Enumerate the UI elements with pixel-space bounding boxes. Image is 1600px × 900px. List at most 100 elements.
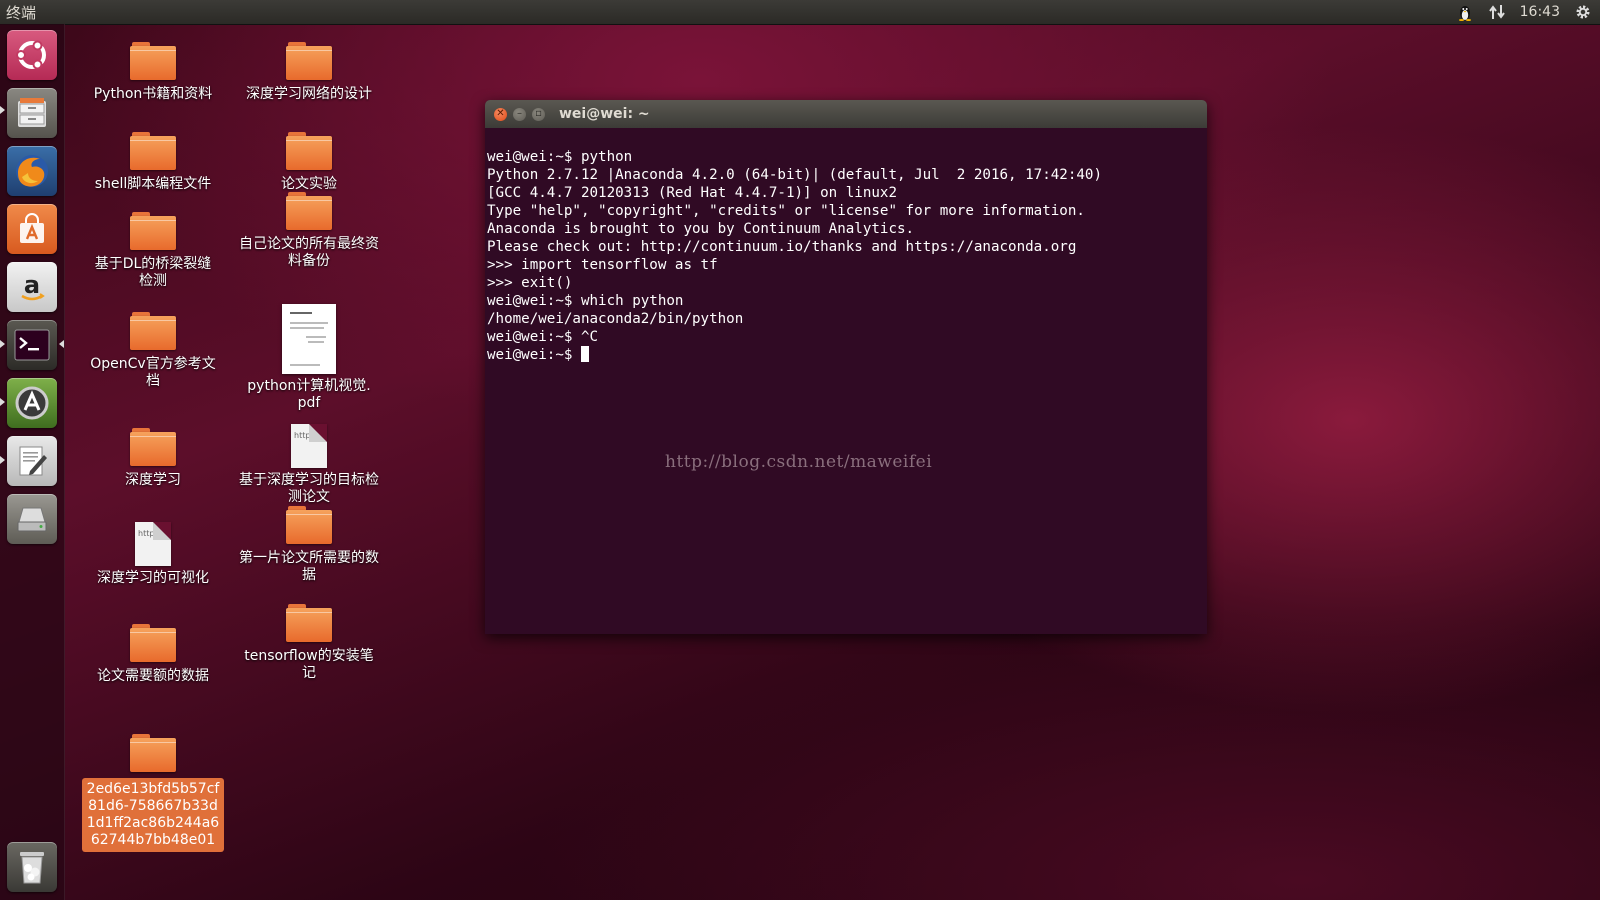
terminal-line: /home/wei/anaconda2/bin/python bbox=[487, 311, 744, 327]
folder-icon bbox=[130, 312, 176, 352]
desktop-item-label: 自己论文的所有最终资料备份 bbox=[239, 236, 379, 269]
trash-icon bbox=[20, 852, 44, 884]
minimize-button[interactable]: – bbox=[513, 107, 526, 121]
desktop-pdf[interactable]: python计算机视觉.pdf bbox=[234, 304, 384, 412]
terminal-icon bbox=[14, 329, 50, 361]
tux-icon[interactable] bbox=[1456, 3, 1474, 21]
web-link-file-icon: http:// bbox=[135, 522, 171, 566]
terminal-line: [GCC 4.4.7 20120313 (Red Hat 4.4.7-1)] o… bbox=[487, 185, 897, 201]
desktop-item-label: Python书籍和资料 bbox=[93, 86, 213, 102]
file-glyph: https: bbox=[294, 431, 318, 440]
folder-icon bbox=[286, 132, 332, 172]
desktop-item-label: 深度学习的可视化 bbox=[97, 570, 209, 586]
hard-disk-icon bbox=[17, 507, 47, 532]
maximize-icon: ▫ bbox=[535, 108, 542, 119]
desktop-folder[interactable]: 第一片论文所需要的数据 bbox=[234, 506, 384, 584]
amazon-launcher[interactable]: a bbox=[7, 262, 57, 312]
desktop-item-label: 论文需要额的数据 bbox=[97, 668, 209, 684]
minimize-icon: – bbox=[517, 108, 522, 119]
terminal-line: wei@wei:~$ python bbox=[487, 149, 633, 165]
terminal-line: wei@wei:~$ which python bbox=[487, 293, 684, 309]
network-arrows-icon[interactable] bbox=[1488, 3, 1506, 21]
window-titlebar[interactable]: ✕ – ▫ wei@wei: ~ bbox=[485, 100, 1207, 128]
terminal-line: >>> exit() bbox=[487, 275, 573, 291]
terminal-line: Python 2.7.12 |Anaconda 4.2.0 (64-bit)| … bbox=[487, 167, 1102, 183]
amazon-icon: a bbox=[21, 271, 45, 301]
desktop-folder[interactable]: 深度学习 bbox=[78, 428, 228, 489]
terminal-line: wei@wei:~$ ^C bbox=[487, 329, 599, 345]
web-link-file-icon: https: bbox=[291, 424, 327, 468]
desktop-folder[interactable]: 论文实验 bbox=[234, 132, 384, 193]
text-editor-launcher[interactable] bbox=[7, 436, 57, 486]
desktop-item-label: 深度学习 bbox=[125, 472, 181, 488]
desktop-folder[interactable]: Python书籍和资料 bbox=[78, 42, 228, 103]
watermark-text: http://blog.csdn.net/maweifei bbox=[665, 452, 933, 472]
shopping-bag-icon bbox=[20, 213, 44, 243]
running-indicator bbox=[0, 456, 5, 464]
file-cabinet-icon bbox=[18, 98, 46, 127]
focused-indicator bbox=[59, 340, 64, 348]
desktop-item-label: OpenCv官方参考文档 bbox=[90, 356, 216, 389]
updater-icon bbox=[15, 386, 49, 420]
active-app-title: 终端 bbox=[6, 3, 37, 22]
window-title: wei@wei: ~ bbox=[559, 106, 650, 122]
desktop-file[interactable]: http:// 深度学习的可视化 bbox=[78, 522, 228, 587]
desktop-folder[interactable]: shell脚本编程文件 bbox=[78, 132, 228, 193]
desktop-folder[interactable]: 基于DL的桥梁裂缝检测 bbox=[78, 212, 228, 290]
pdf-thumbnail-icon bbox=[282, 304, 336, 374]
files-launcher[interactable] bbox=[7, 88, 57, 138]
svg-text:a: a bbox=[24, 271, 40, 299]
terminal-line: Anaconda is brought to you by Continuum … bbox=[487, 221, 915, 237]
clock[interactable]: 16:43 bbox=[1520, 4, 1560, 20]
desktop-item-label: 基于深度学习的目标检测论文 bbox=[239, 472, 379, 505]
running-indicator bbox=[0, 398, 5, 406]
desktop-folder[interactable]: OpenCv官方参考文档 bbox=[78, 312, 228, 390]
folder-icon bbox=[130, 132, 176, 172]
dash-button[interactable] bbox=[7, 30, 57, 80]
text-editor-icon bbox=[19, 446, 47, 476]
terminal-prompt-line[interactable]: wei@wei:~$ bbox=[487, 346, 1205, 364]
text-cursor bbox=[580, 346, 589, 362]
desktop-item-label: 2ed6e13bfd5b57cf81d6-758667b33d1d1ff2ac8… bbox=[82, 778, 224, 852]
file-glyph: http:// bbox=[138, 529, 163, 538]
software-updater-launcher[interactable] bbox=[7, 378, 57, 428]
terminal-output[interactable]: wei@wei:~$ python Python 2.7.12 |Anaconda… bbox=[485, 128, 1207, 402]
desktop-folder[interactable]: tensorflow的安装笔记 bbox=[234, 604, 384, 682]
folder-icon bbox=[286, 192, 332, 232]
desktop-folder[interactable]: 深度学习网络的设计 bbox=[234, 42, 384, 103]
gear-icon[interactable] bbox=[1574, 3, 1592, 21]
terminal-launcher[interactable] bbox=[7, 320, 57, 370]
disk-launcher[interactable] bbox=[7, 494, 57, 544]
desktop-item-label: 基于DL的桥梁裂缝检测 bbox=[94, 256, 212, 289]
desktop-folder[interactable]: 论文需要额的数据 bbox=[78, 624, 228, 685]
desktop-folder-selected[interactable]: 2ed6e13bfd5b57cf81d6-758667b33d1d1ff2ac8… bbox=[78, 734, 228, 852]
desktop-item-label: python计算机视觉.pdf bbox=[247, 378, 371, 411]
software-center-launcher[interactable] bbox=[7, 204, 57, 254]
close-button[interactable]: ✕ bbox=[494, 107, 507, 121]
desktop-item-label: 论文实验 bbox=[281, 176, 337, 192]
firefox-launcher[interactable] bbox=[7, 146, 57, 196]
maximize-button[interactable]: ▫ bbox=[532, 107, 545, 121]
desktop-folder[interactable]: 自己论文的所有最终资料备份 bbox=[234, 192, 384, 270]
launcher: a bbox=[0, 24, 65, 900]
desktop-item-label: 深度学习网络的设计 bbox=[246, 86, 372, 102]
desktop-item-label: shell脚本编程文件 bbox=[94, 176, 212, 192]
desktop-item-label: 第一片论文所需要的数据 bbox=[239, 550, 379, 583]
close-icon: ✕ bbox=[496, 108, 505, 119]
folder-icon bbox=[286, 506, 332, 546]
running-indicator bbox=[0, 106, 5, 114]
trash-launcher[interactable] bbox=[7, 842, 57, 892]
running-indicator bbox=[0, 340, 5, 348]
folder-icon bbox=[130, 734, 176, 774]
terminal-window[interactable]: ✕ – ▫ wei@wei: ~ wei@wei:~$ python Python… bbox=[485, 100, 1207, 634]
firefox-icon bbox=[16, 155, 48, 187]
desktop-item-label: tensorflow的安装笔记 bbox=[244, 648, 374, 681]
folder-icon bbox=[130, 42, 176, 82]
folder-icon bbox=[286, 604, 332, 644]
desktop-file[interactable]: https: 基于深度学习的目标检测论文 bbox=[234, 424, 384, 506]
terminal-line: Please check out: http://continuum.io/th… bbox=[487, 239, 1077, 255]
folder-icon bbox=[130, 428, 176, 468]
terminal-prompt: wei@wei:~$ bbox=[487, 347, 581, 363]
folder-icon bbox=[286, 42, 332, 82]
top-panel: 终端 16:43 bbox=[0, 0, 1600, 24]
